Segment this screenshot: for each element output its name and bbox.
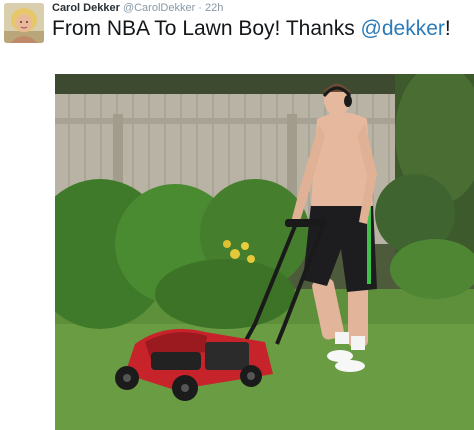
tweet-header: Carol Dekker @CarolDekker · 22h xyxy=(52,1,223,15)
photo-man-mowing-lawn-icon xyxy=(55,74,474,430)
tweet-text: From NBA To Lawn Boy! Thanks @dekker! xyxy=(52,15,467,42)
tweet-text-end: ! xyxy=(444,17,451,40)
tweet-text-main: From NBA To Lawn Boy! Thanks xyxy=(52,17,361,40)
avatar[interactable] xyxy=(4,3,44,43)
tweet-card: Carol Dekker @CarolDekker · 22h From NBA… xyxy=(0,0,474,430)
tweet-photo[interactable] xyxy=(55,74,474,430)
mention-link[interactable]: @dekker xyxy=(361,17,445,40)
author-name[interactable]: Carol Dekker xyxy=(52,2,120,14)
avatar-photo-icon xyxy=(4,3,44,43)
author-handle[interactable]: @CarolDekker xyxy=(123,2,195,14)
tweet-timestamp[interactable]: 22h xyxy=(205,2,223,14)
meta-separator: · xyxy=(198,2,202,14)
